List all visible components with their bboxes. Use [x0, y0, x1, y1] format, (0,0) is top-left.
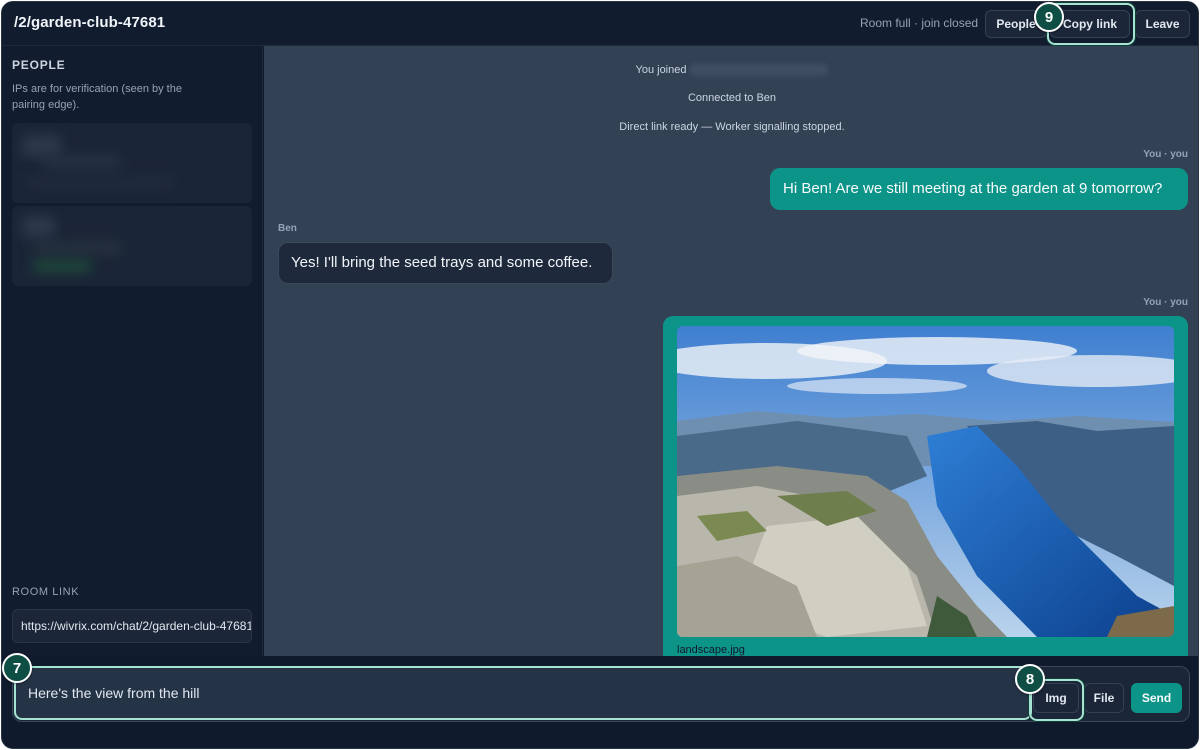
send-button[interactable]: Send: [1131, 683, 1182, 713]
annotation-marker: 8: [1015, 664, 1045, 694]
message-sender: You · you: [1143, 149, 1188, 160]
message-sender: You · you: [1143, 297, 1188, 308]
chat-panel: You joined Connected to Ben Direct link …: [264, 46, 1198, 656]
attachment-filename: landscape.jpg: [677, 644, 745, 656]
system-message: You joined: [264, 64, 1198, 77]
leave-button[interactable]: Leave: [1135, 10, 1190, 38]
room-status: Room full · join closed: [860, 16, 979, 30]
top-bar: /2/garden-club-47681 Room full · join cl…: [2, 2, 1198, 46]
verification-note: IPs are for verification (seen by the pa…: [12, 83, 182, 111]
message-sender: Ben: [278, 223, 297, 234]
app-window: /2/garden-club-47681 Room full · join cl…: [1, 1, 1199, 749]
system-message: Direct link ready — Worker signalling st…: [619, 121, 845, 133]
redacted-name: [690, 64, 829, 77]
redacted-participant: [12, 123, 252, 203]
system-message: Connected to Ben: [687, 92, 777, 104]
image-message: landscape.jpg: [663, 316, 1188, 656]
message-input[interactable]: Here's the view from the hill: [14, 666, 1032, 720]
annotation-marker: 9: [1034, 2, 1064, 32]
annotation-marker: 7: [2, 653, 32, 683]
system-message-text: You joined: [635, 64, 687, 76]
landscape-image[interactable]: [677, 326, 1174, 637]
people-sidebar: PEOPLE IPs are for verification (seen by…: [2, 46, 263, 656]
room-link-label: ROOM LINK: [12, 586, 80, 598]
room-link-field[interactable]: https://wivrix.com/chat/2/garden-club-47…: [12, 609, 252, 643]
file-upload-button[interactable]: File: [1084, 683, 1124, 713]
outgoing-message: Hi Ben! Are we still meeting at the gard…: [770, 168, 1188, 210]
incoming-message: Yes! I'll bring the seed trays and some …: [278, 242, 613, 284]
room-title: /2/garden-club-47681: [14, 14, 166, 31]
redacted-participant: [12, 206, 252, 286]
people-heading: PEOPLE: [12, 58, 66, 72]
